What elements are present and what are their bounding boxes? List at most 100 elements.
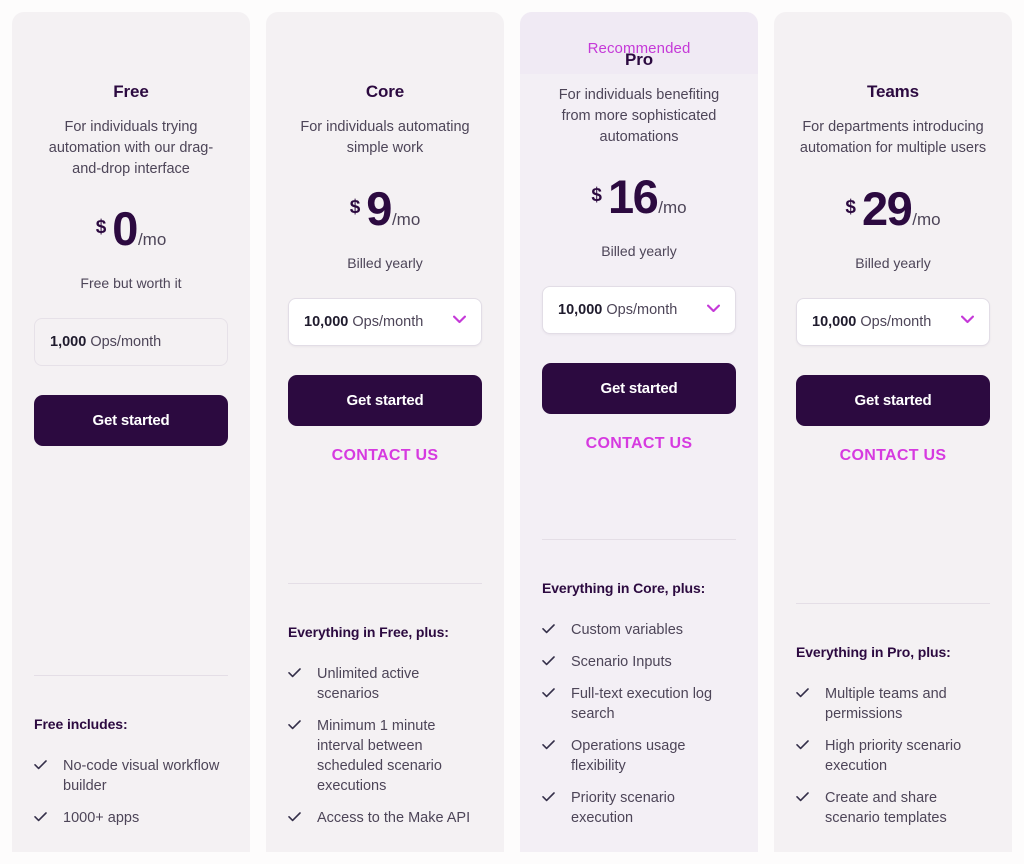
feature-text: Multiple teams and permissions	[825, 686, 947, 722]
plan-card-core: Core For individuals automating simple wo…	[266, 12, 504, 852]
card-spacer	[796, 465, 990, 603]
check-icon	[796, 736, 809, 754]
features-list: Unlimited active scenarios Minimum 1 minu…	[288, 664, 482, 828]
get-started-button-core[interactable]: Get started	[288, 374, 482, 426]
feature-item: 1000+ apps	[34, 808, 228, 828]
ops-select-unit: Ops/month	[606, 302, 678, 319]
card-spacer	[34, 483, 228, 675]
feature-item: No-code visual workflow builder	[34, 756, 228, 796]
contact-us-link-teams[interactable]: CONTACT US	[796, 447, 990, 465]
price-amount: 9	[366, 181, 392, 235]
price-currency: $	[95, 217, 107, 239]
price-amount: 16	[607, 170, 659, 224]
plan-card-pro: Recommended Pro For individuals benefiting…	[520, 12, 758, 852]
ops-select-value: 10,000 Ops/month	[304, 314, 423, 330]
features-list: No-code visual workflow builder 1000+ app…	[34, 756, 228, 828]
get-started-button-pro[interactable]: Get started	[542, 363, 736, 415]
price-period: /mo	[912, 209, 941, 229]
feature-text: Minimum 1 minute interval between schedu…	[317, 718, 442, 794]
price-period: /mo	[391, 209, 421, 229]
feature-item: Multiple teams and permissions	[796, 684, 990, 724]
ops-select-core[interactable]: 10,000 Ops/month	[288, 297, 482, 346]
check-icon	[542, 736, 555, 754]
ops-select-unit: Ops/month	[352, 313, 424, 330]
feature-item: Operations usage flexibility	[542, 736, 736, 776]
feature-text: Access to the Make API	[317, 810, 471, 826]
contact-us-link-core[interactable]: CONTACT US	[288, 447, 482, 465]
check-icon	[34, 756, 47, 774]
feature-item: Priority scenario execution	[542, 788, 736, 828]
ops-select-unit: Ops/month	[860, 313, 932, 330]
plan-name: Free	[113, 82, 149, 101]
ops-select-unit: Ops/month	[90, 334, 162, 351]
chevron-down-icon[interactable]	[707, 304, 720, 317]
ops-select-pro[interactable]: 10,000 Ops/month	[542, 286, 736, 335]
price-row: $0/mo	[34, 205, 228, 252]
price-row: $9/mo	[288, 185, 482, 232]
price-row: $16/mo	[542, 173, 736, 220]
feature-text: Scenario Inputs	[571, 654, 672, 670]
plan-description: For departments introducing automation f…	[799, 119, 987, 156]
plan-description: For individuals trying automation with o…	[48, 119, 214, 177]
ops-select-number: 10,000	[558, 302, 603, 319]
ops-select-value: 10,000 Ops/month	[558, 302, 677, 318]
feature-item: Minimum 1 minute interval between schedu…	[288, 716, 482, 796]
badge-spacer	[796, 12, 990, 61]
feature-text: Custom variables	[571, 622, 684, 638]
price-amount: 29	[861, 181, 913, 235]
get-started-button-teams[interactable]: Get started	[796, 374, 990, 426]
ops-select-value: 10,000 Ops/month	[812, 314, 931, 330]
price-period: /mo	[658, 198, 687, 218]
ops-select-free: 1,000 Ops/month	[34, 318, 228, 367]
feature-item: Create and share scenario templates	[796, 788, 990, 828]
features-title: Everything in Core, plus:	[542, 580, 706, 596]
check-icon	[796, 788, 809, 806]
contact-us-link-pro[interactable]: CONTACT US	[542, 435, 736, 453]
card-spacer	[542, 453, 736, 539]
features-title: Free includes:	[34, 716, 128, 732]
price-currency: $	[845, 196, 856, 218]
check-icon	[542, 652, 555, 670]
features-list: Custom variables Scenario Inputs Full-text…	[542, 620, 736, 828]
price-currency: $	[349, 196, 361, 218]
billing-note: Billed yearly	[601, 243, 677, 260]
feature-text: Priority scenario execution	[571, 790, 675, 826]
ops-select-number: 10,000	[812, 313, 857, 330]
ops-select-number: 1,000	[50, 334, 87, 351]
pricing-plans-grid: Free For individuals trying automation wi…	[0, 0, 1024, 864]
feature-item: Full-text execution log search	[542, 684, 736, 724]
ops-select-number: 10,000	[304, 313, 349, 330]
chevron-down-icon[interactable]	[961, 315, 974, 328]
check-icon	[542, 620, 555, 638]
price-currency: $	[591, 185, 602, 207]
badge-spacer	[34, 12, 228, 61]
check-icon	[288, 808, 301, 826]
feature-text: 1000+ apps	[63, 810, 140, 826]
check-icon	[288, 664, 301, 682]
billing-note: Billed yearly	[347, 254, 423, 271]
ops-select-teams[interactable]: 10,000 Ops/month	[796, 297, 990, 346]
feature-text: Full-text execution log search	[571, 686, 713, 722]
features-block: Free includes: No-code visual workflow bu…	[34, 676, 228, 852]
feature-text: No-code visual workflow builder	[63, 758, 220, 794]
features-title: Everything in Pro, plus:	[796, 644, 951, 660]
feature-text: Operations usage flexibility	[571, 738, 686, 774]
plan-name: Teams	[866, 82, 920, 101]
chevron-down-icon[interactable]	[453, 315, 466, 328]
get-started-button-free[interactable]: Get started	[34, 395, 228, 447]
billing-note: Billed yearly	[855, 254, 931, 271]
feature-text: Create and share scenario templates	[825, 790, 947, 826]
check-icon	[34, 808, 47, 826]
features-block: Everything in Free, plus: Unlimited activ…	[288, 584, 482, 852]
feature-item: Access to the Make API	[288, 808, 482, 828]
features-block: Everything in Pro, plus: Multiple teams a…	[796, 604, 990, 852]
ops-select-value: 1,000 Ops/month	[50, 334, 161, 350]
check-icon	[542, 788, 555, 806]
plan-name: Core	[365, 82, 405, 101]
price-row: $29/mo	[796, 185, 990, 232]
feature-text: High priority scenario execution	[825, 738, 962, 774]
features-block: Everything in Core, plus: Custom variable…	[542, 540, 736, 852]
badge-spacer	[288, 12, 482, 61]
feature-item: Custom variables	[542, 620, 736, 640]
features-title: Everything in Free, plus:	[288, 624, 449, 640]
